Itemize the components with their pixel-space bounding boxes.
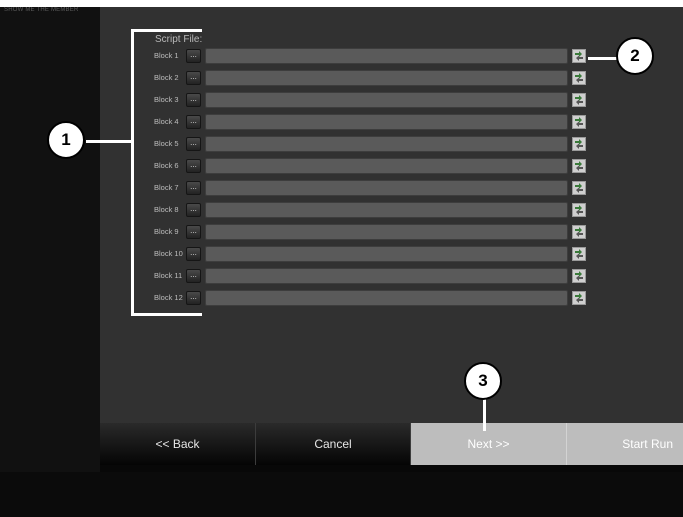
refresh-icon[interactable] bbox=[572, 115, 586, 129]
block-row: Block 12... bbox=[0, 290, 600, 306]
block-row: Block 9... bbox=[0, 224, 600, 240]
back-button[interactable]: << Back bbox=[100, 423, 256, 465]
next-button[interactable]: Next >> bbox=[411, 423, 567, 465]
start-run-button[interactable]: Start Run bbox=[567, 423, 683, 465]
block-row: Block 6... bbox=[0, 158, 600, 174]
callout-3: 3 bbox=[464, 362, 502, 400]
callout-3-leader bbox=[483, 395, 486, 431]
refresh-icon[interactable] bbox=[572, 137, 586, 151]
script-path-field[interactable] bbox=[205, 202, 568, 218]
script-path-field[interactable] bbox=[205, 114, 568, 130]
refresh-icon[interactable] bbox=[572, 93, 586, 107]
script-path-field[interactable] bbox=[205, 158, 568, 174]
block-row: Block 11... bbox=[0, 268, 600, 284]
block-row: Block 5... bbox=[0, 136, 600, 152]
callout-2: 2 bbox=[616, 37, 654, 75]
refresh-icon[interactable] bbox=[572, 225, 586, 239]
script-path-field[interactable] bbox=[205, 92, 568, 108]
refresh-icon[interactable] bbox=[572, 291, 586, 305]
block-row: Block 3... bbox=[0, 92, 600, 108]
left-panel-caption: SHOW ME THE MEMBER bbox=[4, 7, 79, 13]
script-path-field[interactable] bbox=[205, 268, 568, 284]
block-row: Block 4... bbox=[0, 114, 600, 130]
refresh-icon[interactable] bbox=[572, 269, 586, 283]
script-path-field[interactable] bbox=[205, 290, 568, 306]
wizard-button-bar: << Back Cancel Next >> Start Run bbox=[100, 423, 683, 465]
block-row: Block 8... bbox=[0, 202, 600, 218]
refresh-icon[interactable] bbox=[572, 181, 586, 195]
script-path-field[interactable] bbox=[205, 180, 568, 196]
refresh-icon[interactable] bbox=[572, 247, 586, 261]
cancel-button[interactable]: Cancel bbox=[256, 423, 411, 465]
script-path-field[interactable] bbox=[205, 70, 568, 86]
block-row: Block 2... bbox=[0, 70, 600, 86]
callout-2-leader bbox=[588, 57, 618, 60]
script-path-field[interactable] bbox=[205, 48, 568, 64]
callout-1: 1 bbox=[47, 121, 85, 159]
bottom-strip bbox=[0, 472, 683, 517]
script-path-field[interactable] bbox=[205, 246, 568, 262]
script-path-field[interactable] bbox=[205, 224, 568, 240]
refresh-icon[interactable] bbox=[572, 49, 586, 63]
block-row: Block 10... bbox=[0, 246, 600, 262]
refresh-icon[interactable] bbox=[572, 203, 586, 217]
script-path-field[interactable] bbox=[205, 136, 568, 152]
callout-1-bracket bbox=[131, 29, 202, 316]
refresh-icon[interactable] bbox=[572, 71, 586, 85]
block-row: Block 1... bbox=[0, 48, 600, 64]
block-row: Block 7... bbox=[0, 180, 600, 196]
callout-1-leader bbox=[86, 140, 132, 143]
refresh-icon[interactable] bbox=[572, 159, 586, 173]
